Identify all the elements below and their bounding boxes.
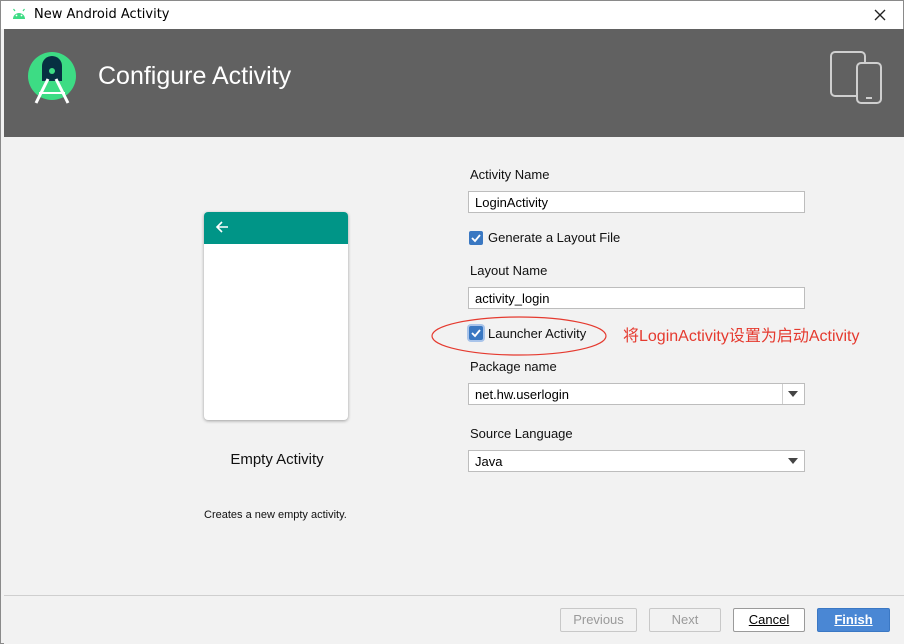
previous-button[interactable]: Previous	[560, 608, 637, 632]
dialog-window: New Android Activity Configure Activity	[0, 0, 904, 644]
content-area: Empty Activity Creates a new empty activ…	[4, 137, 904, 595]
chevron-down-icon	[788, 391, 798, 397]
source-language-value: Java	[475, 454, 503, 469]
title-bar: New Android Activity	[1, 1, 903, 29]
source-language-label: Source Language	[470, 426, 573, 441]
generate-layout-label: Generate a Layout File	[488, 230, 621, 245]
window-title: New Android Activity	[34, 7, 170, 22]
android-studio-logo-icon	[28, 52, 76, 104]
template-name: Empty Activity	[230, 451, 324, 468]
android-icon	[13, 8, 25, 19]
header-banner: Configure Activity	[4, 29, 904, 137]
devices-icon	[830, 51, 882, 104]
language-dropdown-button[interactable]	[783, 451, 804, 471]
package-dropdown-button[interactable]	[782, 384, 804, 404]
package-name-combo[interactable]: net.hw.userlogin	[468, 383, 805, 405]
page-title: Configure Activity	[98, 62, 292, 90]
layout-name-label: Layout Name	[470, 263, 548, 278]
template-preview	[204, 212, 348, 420]
activity-name-input[interactable]: LoginActivity	[468, 191, 805, 213]
check-icon	[471, 234, 481, 243]
activity-name-label: Activity Name	[470, 167, 550, 182]
chevron-down-icon	[788, 458, 798, 464]
app-bar-preview	[204, 212, 348, 244]
close-icon	[874, 9, 886, 21]
package-name-label: Package name	[470, 359, 557, 374]
package-name-value: net.hw.userlogin	[475, 387, 569, 402]
layout-name-input[interactable]: activity_login	[468, 287, 805, 309]
source-language-select[interactable]: Java	[468, 450, 805, 472]
generate-layout-checkbox[interactable]	[469, 231, 483, 245]
close-button[interactable]	[867, 3, 893, 27]
next-button[interactable]: Next	[649, 608, 721, 632]
template-description: Creates a new empty activity.	[204, 509, 347, 521]
annotation-ellipse	[431, 316, 607, 356]
arrow-back-icon	[215, 221, 228, 233]
annotation-note: 将LoginActivity设置为启动Activity	[623, 328, 860, 345]
button-bar: Previous Next Cancel Finish	[4, 595, 904, 644]
cancel-button[interactable]: Cancel	[733, 608, 805, 632]
finish-button[interactable]: Finish	[817, 608, 890, 632]
